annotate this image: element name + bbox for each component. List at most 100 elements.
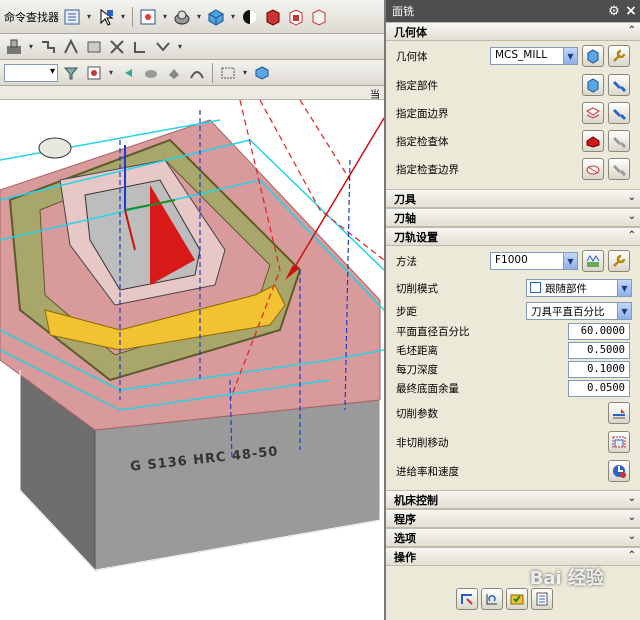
select-check-body-button[interactable] [582, 130, 604, 152]
method-row: 方法 F1000 ▼ [386, 246, 640, 276]
specify-check-body-label: 指定检查体 [396, 135, 449, 148]
graphics-viewport[interactable]: G S136 HRC 48-50 [0, 100, 384, 620]
rect-select-icon[interactable] [218, 63, 238, 83]
toolbar-main: 命令查找器 ▾ ▾ ▾ ▾ ▾ [0, 0, 384, 34]
chevron-up-icon[interactable]: ⌃ [628, 25, 636, 36]
select-filter-icon[interactable] [96, 7, 116, 27]
navigator-icon[interactable] [62, 7, 82, 27]
select-part-button[interactable] [582, 74, 604, 96]
chevron-down-icon[interactable]: ▾ [241, 68, 249, 77]
tool-path-icon-3[interactable] [84, 37, 104, 57]
machine-tool-icon[interactable] [4, 37, 24, 57]
stepover-value: 刀具平直百分比 [531, 306, 605, 318]
gear-icon[interactable]: ⚙ [606, 3, 622, 19]
tool-path-icon-2[interactable] [61, 37, 81, 57]
method-label: 方法 [396, 255, 417, 268]
chevron-down-icon[interactable]: ▾ [195, 12, 203, 21]
flat-diameter-row: 平面直径百分比 60.0000 [386, 322, 640, 341]
chevron-down-icon[interactable]: ⌄ [628, 512, 636, 523]
display-check-boundary-button[interactable] [608, 158, 630, 180]
box-select-icon[interactable] [286, 7, 306, 27]
chevron-down-icon[interactable]: ▾ [119, 12, 127, 21]
stepover-select[interactable]: 刀具平直百分比 ▼ [526, 302, 632, 320]
chevron-down-icon[interactable]: ⌄ [628, 531, 636, 542]
chevron-down-icon[interactable]: ▼ [563, 48, 577, 64]
section-tool[interactable]: 刀具 ⌄ [386, 189, 640, 208]
section-program[interactable]: 程序 ⌄ [386, 509, 640, 528]
non-cutting-moves-button[interactable] [608, 431, 630, 453]
geometry-value: MCS_MILL [495, 49, 548, 61]
section-view-icon[interactable] [263, 7, 283, 27]
cutting-params-button[interactable] [608, 402, 630, 424]
tool-path-icon-5[interactable] [130, 37, 150, 57]
curve-icon[interactable] [187, 63, 207, 83]
feeds-speeds-button[interactable] [608, 460, 630, 482]
list-button[interactable] [531, 588, 553, 610]
chevron-down-icon[interactable]: ▾ [27, 42, 35, 51]
chevron-up-icon[interactable]: ⌃ [628, 230, 636, 241]
replay-button[interactable] [481, 588, 503, 610]
display-part-button[interactable] [608, 74, 630, 96]
generate-button[interactable] [456, 588, 478, 610]
list-icon [536, 592, 548, 606]
chevron-down-icon[interactable]: ⌄ [628, 192, 636, 203]
blank-distance-input[interactable]: 0.5000 [568, 342, 630, 359]
section-tool-axis[interactable]: 刀轴 ⌄ [386, 208, 640, 227]
section-machine-control[interactable]: 机床控制 ⌄ [386, 490, 640, 509]
chevron-down-icon[interactable]: ▼ [617, 280, 631, 296]
specify-check-boundary-row: 指定检查边界 [386, 155, 640, 183]
section-path-settings-title: 刀轨设置 [394, 230, 438, 244]
edit-method-button[interactable] [608, 250, 630, 272]
tool-path-icon-6[interactable] [153, 37, 173, 57]
feeds-speeds-label: 进给率和速度 [396, 465, 459, 478]
point-icon[interactable] [84, 63, 104, 83]
chevron-up-icon[interactable]: ⌃ [628, 550, 636, 561]
arrow-back-icon[interactable] [118, 63, 138, 83]
section-path-settings[interactable]: 刀轨设置 ⌃ [386, 227, 640, 246]
method-select[interactable]: F1000 ▼ [490, 252, 578, 270]
view-orient-icon[interactable] [206, 7, 226, 27]
chevron-down-icon[interactable]: ▼ [617, 303, 631, 319]
cutting-params-row: 切削参数 [386, 398, 640, 428]
chevron-down-icon[interactable]: ▾ [107, 68, 115, 77]
face-icon[interactable] [164, 63, 184, 83]
flat-diameter-pct-input[interactable]: 60.0000 [568, 323, 630, 340]
chevron-down-icon[interactable]: ⌄ [628, 211, 636, 222]
type-filter-select[interactable] [4, 63, 58, 82]
depth-per-cut-input[interactable]: 0.1000 [568, 361, 630, 378]
follow-part-icon [530, 282, 541, 293]
command-finder-label[interactable]: 命令查找器 [4, 9, 59, 25]
cut-pattern-select[interactable]: 跟随部件 ▼ [526, 279, 632, 297]
filter-icon[interactable] [61, 63, 81, 83]
shade-toggle-icon[interactable] [240, 7, 260, 27]
snap-icon[interactable] [138, 7, 158, 27]
select-check-boundary-button[interactable] [582, 158, 604, 180]
render-style-icon[interactable] [172, 7, 192, 27]
chevron-down-icon[interactable]: ▼ [563, 253, 577, 269]
geometry-label: 几何体 [396, 50, 428, 63]
tool-path-icon-1[interactable] [38, 37, 58, 57]
verify-button[interactable] [506, 588, 528, 610]
cube-view-icon[interactable] [252, 63, 272, 83]
cutting-params-label: 切削参数 [396, 407, 438, 420]
section-geometry[interactable]: 几何体 ⌃ [386, 22, 640, 41]
display-face-boundary-button[interactable] [608, 102, 630, 124]
new-method-button[interactable] [582, 250, 604, 272]
close-icon[interactable]: × [622, 3, 640, 19]
geometry-select[interactable]: MCS_MILL ▼ [490, 47, 578, 65]
new-geometry-button[interactable] [582, 45, 604, 67]
chevron-down-icon[interactable]: ▾ [161, 12, 169, 21]
chevron-down-icon[interactable]: ⌄ [628, 493, 636, 504]
solid-icon[interactable] [141, 63, 161, 83]
chevron-down-icon[interactable]: ▾ [85, 12, 93, 21]
final-floor-stock-input[interactable]: 0.0500 [568, 380, 630, 397]
tool-path-icon-4[interactable] [107, 37, 127, 57]
chevron-down-icon[interactable]: ▾ [229, 12, 237, 21]
display-check-body-button[interactable] [608, 130, 630, 152]
select-face-boundary-button[interactable] [582, 102, 604, 124]
chevron-down-icon[interactable]: ▾ [176, 42, 184, 51]
non-cutting-moves-icon [612, 436, 626, 448]
edit-geometry-button[interactable] [608, 45, 630, 67]
layer-icon[interactable] [309, 7, 329, 27]
section-options[interactable]: 选项 ⌄ [386, 528, 640, 547]
